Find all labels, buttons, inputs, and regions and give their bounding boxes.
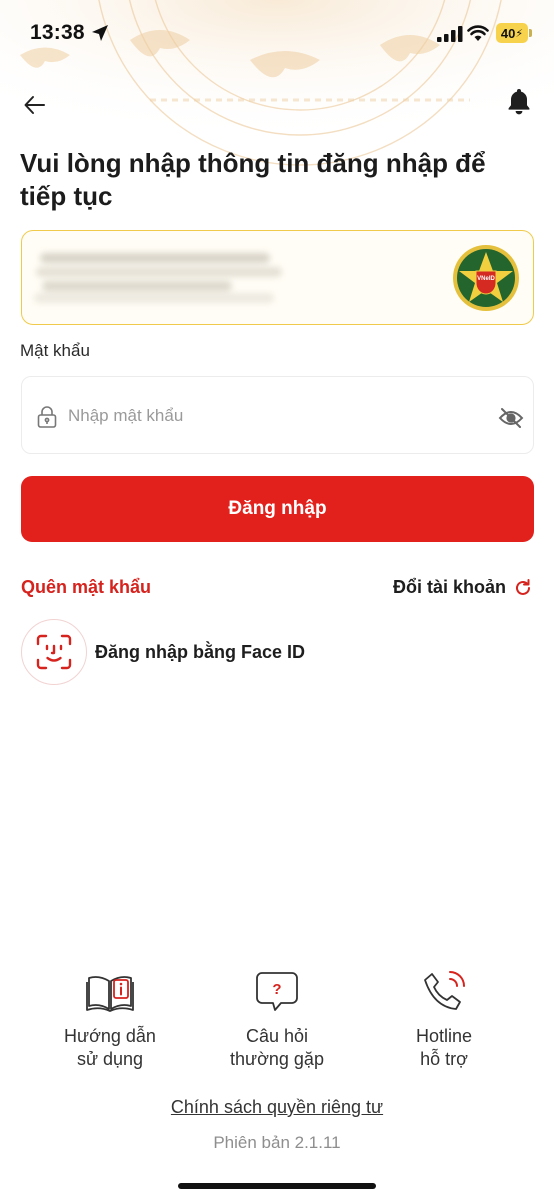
cellular-signal-icon xyxy=(437,26,463,42)
status-time: 13:38 xyxy=(30,21,85,44)
police-emblem-icon: VNeID xyxy=(453,245,519,311)
password-label: Mật khẩu xyxy=(20,341,90,360)
hotline-line2: hỗ trợ xyxy=(420,1049,468,1069)
question-bubble-icon: ? xyxy=(256,972,298,1011)
password-field[interactable] xyxy=(21,376,534,454)
refresh-icon xyxy=(516,578,530,595)
faq-line2: thường gặp xyxy=(230,1049,324,1069)
notification-button[interactable] xyxy=(506,86,532,116)
face-id-circle xyxy=(21,619,87,685)
battery-indicator: 40 ⚡ xyxy=(496,23,528,43)
hotline-line1: Hotline xyxy=(415,1026,473,1046)
switch-account-button[interactable]: Đổi tài khoản xyxy=(393,577,533,598)
switch-account-label: Đổi tài khoản xyxy=(392,577,506,597)
face-id-label: Đăng nhập bằng Face ID xyxy=(95,641,306,662)
blurred-account-info xyxy=(32,245,288,307)
user-guide-link[interactable]: Hướng dẫn sử dụng xyxy=(30,966,190,1071)
privacy-policy-link[interactable]: Chính sách quyền riêng tư xyxy=(0,1097,554,1118)
faq-link[interactable]: ? Câu hỏi thường gặp xyxy=(197,966,357,1071)
back-button[interactable] xyxy=(22,92,48,118)
forgot-password-link[interactable]: Quên mật khẩu xyxy=(21,577,151,598)
hotline-link[interactable]: Hotline hỗ trợ xyxy=(364,966,524,1071)
book-info-icon xyxy=(86,976,134,1012)
face-id-icon xyxy=(36,634,72,670)
face-id-login-button[interactable]: Đăng nhập bằng Face ID xyxy=(21,619,305,685)
status-bar: 13:38 40 ⚡ xyxy=(0,0,554,66)
user-guide-line1: Hướng dẫn xyxy=(64,1026,156,1046)
location-arrow-icon xyxy=(92,25,108,41)
svg-text:?: ? xyxy=(272,981,281,998)
wifi-icon xyxy=(467,25,489,41)
eye-off-icon[interactable] xyxy=(498,407,524,429)
page-title: Vui lòng nhập thông tin đăng nhập để tiế… xyxy=(20,148,486,211)
app-version: Phiên bản 2.1.11 xyxy=(213,1133,341,1152)
user-guide-line2: sử dụng xyxy=(76,1049,144,1069)
password-input[interactable] xyxy=(68,401,468,431)
login-button[interactable]: Đăng nhập xyxy=(21,476,534,542)
phone-hotline-icon xyxy=(424,971,465,1010)
emblem-text: VNeID xyxy=(477,276,495,282)
account-card[interactable]: VNeID xyxy=(21,230,534,325)
arrow-left-icon xyxy=(24,96,45,114)
faq-line1: Câu hỏi xyxy=(245,1026,309,1046)
lock-icon xyxy=(37,406,57,428)
battery-level: 40 xyxy=(500,25,516,41)
charging-bolt-icon: ⚡ xyxy=(515,27,524,40)
battery-tip xyxy=(529,29,532,37)
bell-icon xyxy=(508,89,530,115)
home-indicator[interactable] xyxy=(178,1183,376,1189)
